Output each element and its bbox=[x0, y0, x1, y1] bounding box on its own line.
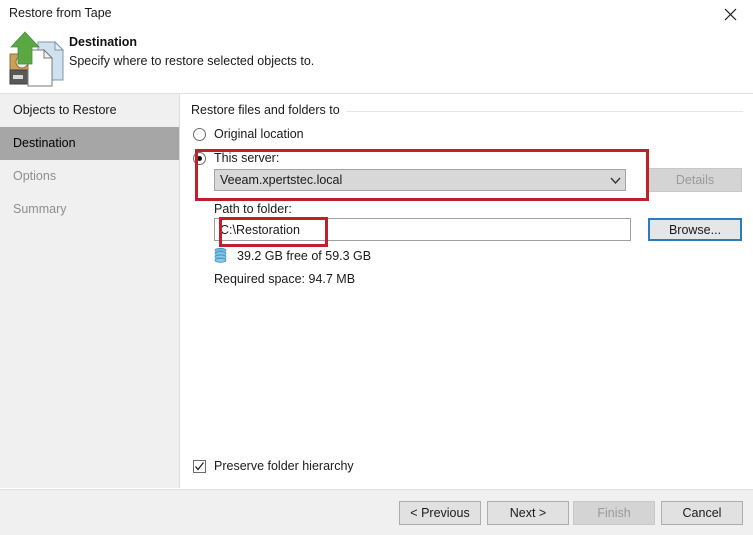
disk-stack-icon bbox=[214, 247, 227, 264]
details-button-label: Details bbox=[675, 173, 715, 187]
restore-from-tape-wizard: Restore from Tape Destination Specify wh… bbox=[0, 0, 753, 535]
sidebar-item-options: Options bbox=[0, 160, 179, 193]
radio-circle-icon bbox=[193, 127, 206, 141]
cancel-button[interactable]: Cancel bbox=[661, 501, 743, 525]
checkbox-label: Preserve folder hierarchy bbox=[214, 459, 354, 473]
details-button: Details bbox=[648, 168, 742, 192]
sidebar-item-objects-to-restore[interactable]: Objects to Restore bbox=[0, 94, 179, 127]
title-bar: Restore from Tape bbox=[0, 0, 753, 28]
wizard-step-sidebar: Objects to Restore Destination Options S… bbox=[0, 94, 180, 488]
wizard-footer: < Previous Next > Finish Cancel bbox=[0, 489, 753, 535]
server-select-value: Veeam.xpertstec.local bbox=[220, 173, 343, 187]
wizard-header: Destination Specify where to restore sel… bbox=[0, 28, 753, 94]
radio-original-location[interactable]: Original location bbox=[193, 127, 304, 141]
browse-button[interactable]: Browse... bbox=[648, 218, 742, 241]
radio-label: Original location bbox=[214, 127, 304, 141]
sidebar-item-label: Objects to Restore bbox=[13, 103, 117, 117]
sidebar-item-destination[interactable]: Destination bbox=[0, 127, 179, 160]
close-icon[interactable] bbox=[708, 0, 753, 28]
window-title: Restore from Tape bbox=[9, 6, 112, 20]
page-subtitle: Specify where to restore selected object… bbox=[69, 54, 315, 68]
radio-circle-selected-icon bbox=[193, 151, 206, 165]
sidebar-item-label: Destination bbox=[13, 136, 76, 150]
path-to-folder-label: Path to folder: bbox=[214, 202, 292, 216]
chevron-down-icon bbox=[606, 177, 625, 184]
radio-label: This server: bbox=[214, 151, 280, 165]
sidebar-item-label: Options bbox=[13, 169, 57, 183]
required-space-text: Required space: 94.7 MB bbox=[214, 272, 356, 286]
group-label-restore-files-and-folders-to: Restore files and folders to bbox=[191, 103, 346, 117]
next-button-label: Next > bbox=[509, 506, 547, 520]
finish-button-label: Finish bbox=[597, 506, 631, 520]
restore-from-tape-icon bbox=[8, 30, 68, 88]
next-button[interactable]: Next > bbox=[487, 501, 569, 525]
finish-button: Finish bbox=[573, 501, 655, 525]
checkmark-icon bbox=[193, 459, 206, 473]
destination-panel: Restore files and folders to Original lo… bbox=[181, 94, 753, 488]
browse-button-label: Browse... bbox=[668, 222, 722, 237]
checkbox-preserve-folder-hierarchy[interactable]: Preserve folder hierarchy bbox=[193, 459, 354, 473]
cancel-button-label: Cancel bbox=[682, 506, 722, 520]
page-title: Destination bbox=[69, 35, 138, 49]
disk-free-space-info: 39.2 GB free of 59.3 GB bbox=[214, 247, 372, 264]
disk-free-space-text: 39.2 GB free of 59.3 GB bbox=[237, 249, 372, 263]
previous-button[interactable]: < Previous bbox=[399, 501, 481, 525]
sidebar-item-label: Summary bbox=[13, 202, 67, 216]
sidebar-item-summary: Summary bbox=[0, 193, 179, 226]
previous-button-label: < Previous bbox=[410, 506, 470, 520]
server-select[interactable]: Veeam.xpertstec.local bbox=[214, 169, 626, 191]
radio-this-server[interactable]: This server: bbox=[193, 151, 279, 165]
path-to-folder-input[interactable]: C:\Restoration bbox=[214, 218, 631, 241]
